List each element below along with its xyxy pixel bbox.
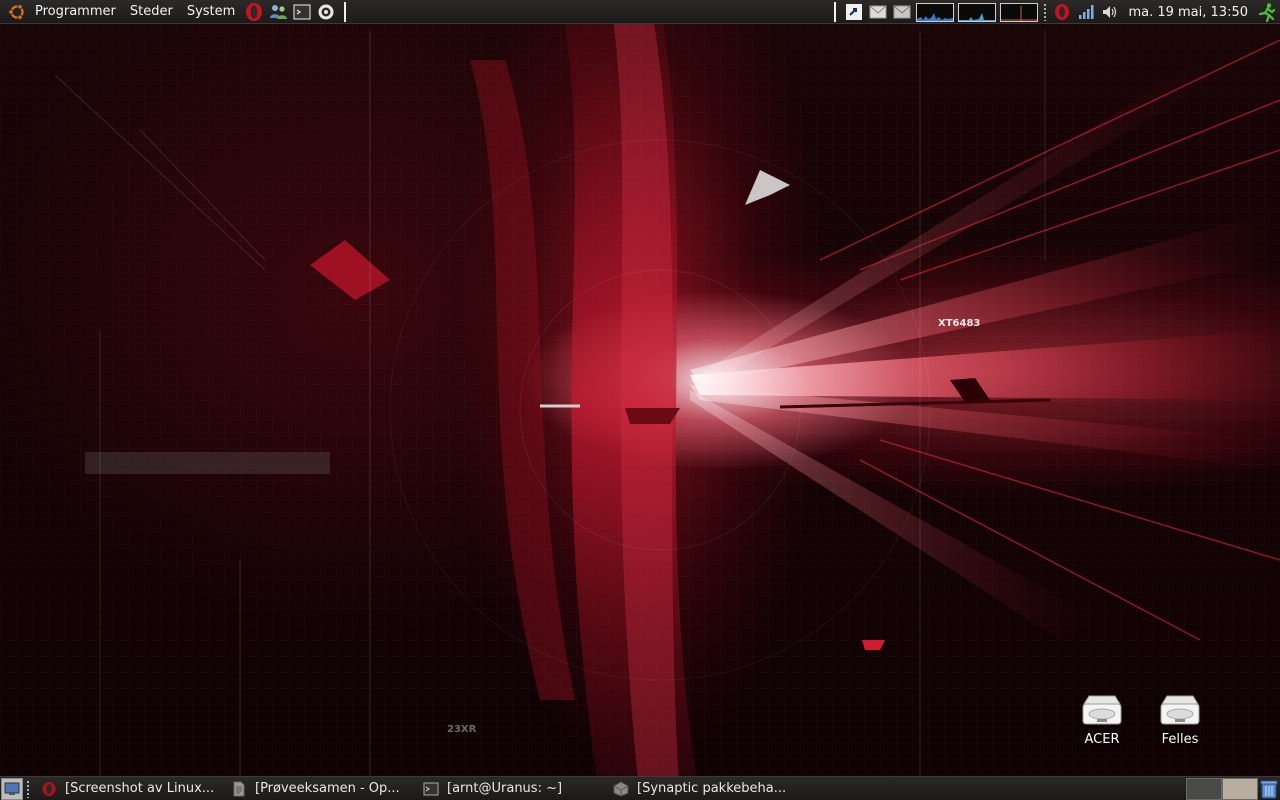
taskbar-item-label: [arnt@Uranus: ~]	[447, 781, 563, 796]
opera-icon	[246, 2, 263, 21]
top-panel: Programmer Steder System ma. 19 mai, 13:…	[0, 0, 1280, 24]
desktop-wallpaper: XT6483 23XR	[0, 0, 1280, 800]
memory-graph-icon	[959, 12, 996, 21]
panel-handle[interactable]	[26, 779, 30, 798]
drive-icon	[1160, 695, 1200, 725]
mail-alt-icon	[893, 5, 911, 19]
volume-tray[interactable]	[1100, 2, 1120, 22]
opera-icon	[42, 781, 56, 796]
taskbar-item-label: [Synaptic pakkebeha...	[637, 781, 787, 796]
taskbar-item-terminal[interactable]: [arnt@Uranus: ~]	[415, 778, 605, 800]
logout-button[interactable]	[1256, 2, 1276, 22]
system-tray: ma. 19 mai, 13:50	[828, 0, 1280, 24]
taskbar-item-synaptic[interactable]: [Synaptic pakkebeha...	[605, 778, 795, 800]
desktop-icon-acer[interactable]: ACER	[1067, 694, 1137, 747]
wallpaper-text-23: 23XR	[447, 724, 477, 735]
drive-icon	[1082, 695, 1122, 725]
bottom-panel: [Screenshot av Linux... [Prøveeksamen - …	[0, 776, 1280, 800]
synaptic-icon	[613, 780, 629, 797]
desktop-icon-label: Felles	[1161, 732, 1199, 747]
trash-button[interactable]	[1260, 779, 1278, 799]
terminal-icon	[293, 3, 311, 20]
cpu-graph-icon	[917, 12, 954, 21]
screenshot-icon	[846, 4, 863, 20]
opera-launcher[interactable]	[244, 2, 264, 22]
terminal-icon	[423, 782, 439, 795]
workspace-2[interactable]	[1222, 778, 1258, 800]
mail-icon	[869, 5, 887, 19]
menu-system[interactable]: System	[180, 0, 242, 24]
record-launcher[interactable]	[316, 2, 336, 22]
workspace-switcher	[1186, 777, 1258, 800]
desktop-icon-label: ACER	[1084, 732, 1120, 747]
pidgin-icon	[270, 4, 288, 19]
memory-monitor[interactable]	[958, 2, 997, 22]
menu-programmer[interactable]: Programmer	[28, 0, 123, 24]
taskbar-item-proveeksamen[interactable]: [Prøveeksamen - Op...	[223, 778, 415, 800]
opera-tray[interactable]	[1052, 2, 1072, 22]
clock[interactable]: ma. 19 mai, 13:50	[1128, 5, 1248, 20]
network-graph-icon	[1001, 5, 1038, 21]
terminal-launcher[interactable]	[292, 2, 312, 22]
desktop-icon	[4, 782, 20, 795]
screenshot-tray[interactable]	[844, 2, 864, 22]
wallpaper-art	[0, 0, 1280, 800]
pidgin-launcher[interactable]	[268, 2, 288, 22]
menu-steder[interactable]: Steder	[123, 0, 180, 24]
cpu-monitor[interactable]	[916, 2, 955, 22]
wallpaper-text-xt: XT6483	[938, 318, 981, 329]
show-desktop-button[interactable]	[1, 777, 23, 800]
taskbar-item-label: [Screenshot av Linux...	[65, 781, 215, 796]
taskbar-item-screenshot[interactable]: [Screenshot av Linux...	[33, 778, 223, 800]
document-icon	[233, 781, 245, 796]
workspace-1[interactable]	[1186, 778, 1222, 800]
trash-icon	[1260, 780, 1278, 799]
mail-tray[interactable]	[868, 2, 888, 22]
mail-alt-tray[interactable]	[892, 2, 912, 22]
opera-tray-icon	[1055, 4, 1070, 20]
panel-separator	[834, 2, 837, 22]
volume-icon	[1103, 6, 1117, 18]
taskbar-item-label: [Prøveeksamen - Op...	[255, 781, 400, 796]
network-tray[interactable]	[1076, 2, 1096, 22]
ubuntu-logo-icon[interactable]	[8, 3, 26, 21]
desktop-icon-felles[interactable]: Felles	[1145, 694, 1215, 747]
panel-handle[interactable]	[1043, 3, 1048, 21]
network-signal-icon	[1079, 5, 1094, 19]
record-icon	[318, 4, 334, 19]
running-man-icon	[1258, 3, 1276, 22]
panel-separator	[344, 1, 347, 22]
network-monitor[interactable]	[1000, 2, 1039, 22]
